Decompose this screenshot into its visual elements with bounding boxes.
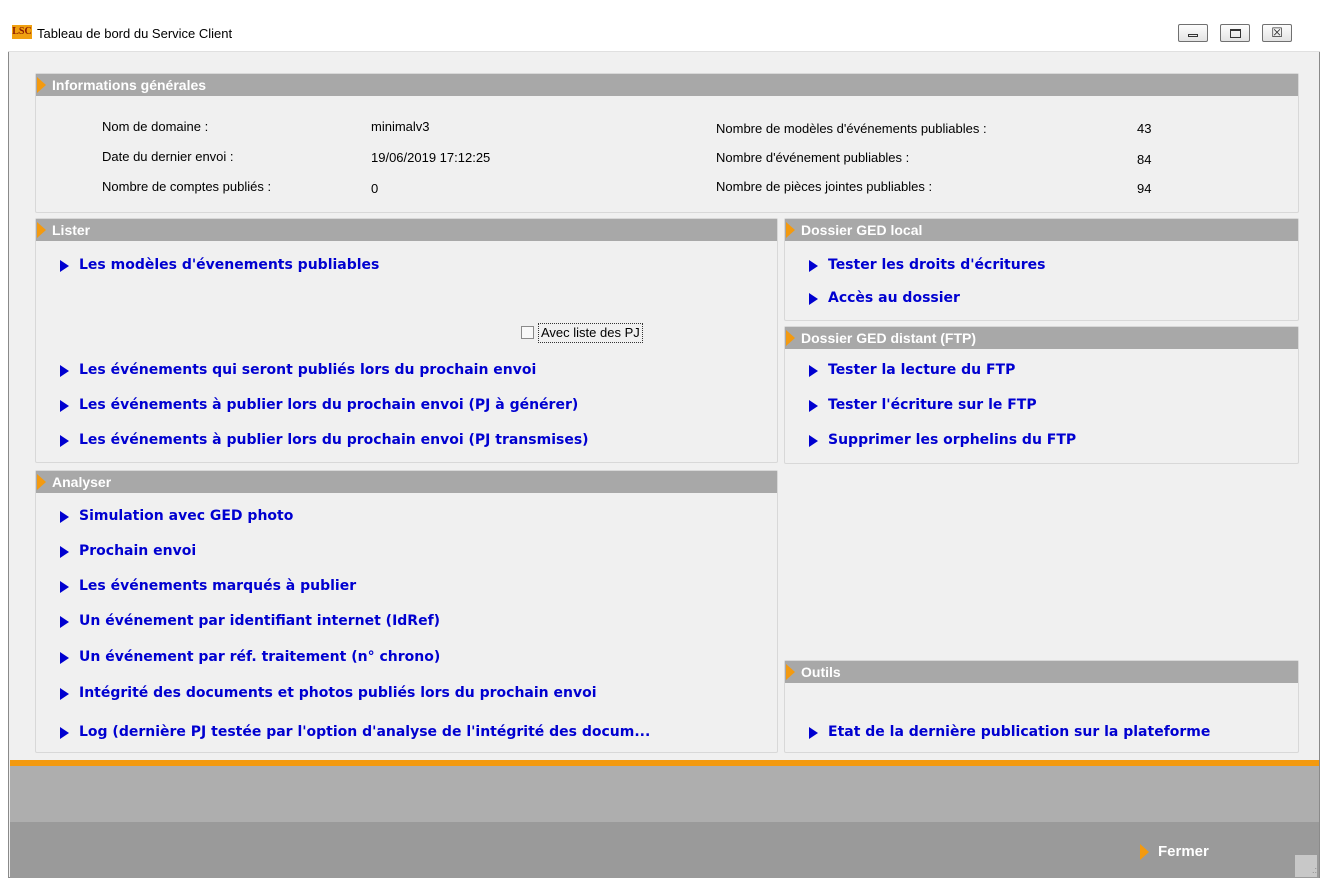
last-send-label: Date du dernier envoi : bbox=[102, 149, 234, 164]
link-last-publication-state[interactable]: Etat de la dernière publication sur la p… bbox=[809, 724, 1210, 740]
link-label: Intégrité des documents et photos publié… bbox=[79, 685, 597, 701]
section-arrow-icon bbox=[37, 222, 46, 238]
lister-panel-header: Lister bbox=[36, 219, 777, 241]
accounts-label: Nombre de comptes publiés : bbox=[102, 179, 272, 194]
minimize-icon bbox=[1188, 34, 1198, 37]
analyser-panel-header: Analyser bbox=[36, 471, 777, 493]
link-events-pj-generate[interactable]: Les événements à publier lors du prochai… bbox=[60, 397, 578, 413]
info-panel-header: Informations générales bbox=[36, 74, 1298, 96]
link-simulation-ged-photo[interactable]: Simulation avec GED photo bbox=[60, 508, 293, 524]
play-arrow-icon bbox=[60, 616, 69, 628]
section-arrow-icon bbox=[786, 664, 795, 680]
link-label: Etat de la dernière publication sur la p… bbox=[828, 724, 1211, 740]
lister-panel: Lister bbox=[35, 218, 778, 463]
title-bar: LSC Tableau de bord du Service Client ☒ bbox=[8, 8, 1320, 52]
models-count-value: 43 bbox=[1137, 121, 1152, 136]
link-label: Les événements marqués à publier bbox=[79, 578, 357, 594]
play-arrow-icon bbox=[809, 293, 818, 305]
play-arrow-icon bbox=[60, 688, 69, 700]
lister-panel-title: Lister bbox=[52, 222, 91, 238]
domain-value: minimalv3 bbox=[371, 119, 430, 134]
section-arrow-icon bbox=[786, 222, 795, 238]
app-logo: LSC bbox=[12, 25, 32, 39]
checkbox-box[interactable] bbox=[521, 326, 534, 339]
section-arrow-icon bbox=[786, 330, 795, 346]
link-document-integrity[interactable]: Intégrité des documents et photos publié… bbox=[60, 685, 597, 701]
play-arrow-icon bbox=[809, 435, 818, 447]
link-delete-ftp-orphans[interactable]: Supprimer les orphelins du FTP bbox=[809, 432, 1076, 448]
link-test-ftp-write[interactable]: Tester l'écriture sur le FTP bbox=[809, 397, 1037, 413]
section-arrow-icon bbox=[37, 77, 46, 93]
link-next-send-events[interactable]: Les événements qui seront publiés lors d… bbox=[60, 362, 536, 378]
play-arrow-icon bbox=[60, 727, 69, 739]
close-window-button[interactable]: ☒ bbox=[1262, 24, 1292, 42]
play-arrow-icon bbox=[60, 400, 69, 412]
ged-local-panel-title: Dossier GED local bbox=[801, 222, 923, 238]
play-arrow-icon bbox=[60, 581, 69, 593]
link-label: Accès au dossier bbox=[828, 290, 960, 306]
link-label: Prochain envoi bbox=[79, 543, 197, 559]
link-label: Un événement par identifiant internet (I… bbox=[79, 613, 441, 629]
link-label: Simulation avec GED photo bbox=[79, 508, 294, 524]
play-arrow-icon bbox=[60, 435, 69, 447]
play-arrow-icon bbox=[60, 511, 69, 523]
link-label: Un événement par réf. traitement (n° chr… bbox=[79, 649, 441, 665]
footer-upper bbox=[10, 766, 1319, 822]
resize-grip-icon[interactable]: .: bbox=[1295, 855, 1317, 877]
link-label: Les événements qui seront publiés lors d… bbox=[79, 362, 537, 378]
link-access-folder[interactable]: Accès au dossier bbox=[809, 290, 960, 306]
link-label: Les événements à publier lors du prochai… bbox=[79, 397, 579, 413]
close-icon: ☒ bbox=[1271, 25, 1283, 40]
close-arrow-icon bbox=[1140, 844, 1149, 860]
maximize-icon bbox=[1230, 29, 1241, 38]
outils-panel-header: Outils bbox=[785, 661, 1298, 683]
close-button[interactable]: Fermer bbox=[1140, 842, 1209, 862]
domain-label: Nom de domaine : bbox=[102, 119, 209, 134]
play-arrow-icon bbox=[60, 365, 69, 377]
ged-remote-panel-title: Dossier GED distant (FTP) bbox=[801, 330, 977, 346]
accounts-value: 0 bbox=[371, 181, 379, 196]
link-event-by-ref[interactable]: Un événement par réf. traitement (n° chr… bbox=[60, 649, 440, 665]
play-arrow-icon bbox=[60, 652, 69, 664]
attachments-count-label: Nombre de pièces jointes publiables : bbox=[716, 179, 933, 194]
ged-local-panel-header: Dossier GED local bbox=[785, 219, 1298, 241]
link-marked-events[interactable]: Les événements marqués à publier bbox=[60, 578, 356, 594]
link-label: Les modèles d'évenements publiables bbox=[79, 257, 380, 273]
link-publishable-models[interactable]: Les modèles d'évenements publiables bbox=[60, 257, 379, 273]
link-test-write-rights[interactable]: Tester les droits d'écritures bbox=[809, 257, 1045, 273]
play-arrow-icon bbox=[809, 260, 818, 272]
footer-lower bbox=[10, 822, 1319, 878]
close-button-label: Fermer bbox=[1158, 843, 1209, 860]
link-label: Tester la lecture du FTP bbox=[828, 362, 1016, 378]
link-next-send[interactable]: Prochain envoi bbox=[60, 543, 196, 559]
last-send-value: 19/06/2019 17:12:25 bbox=[371, 150, 491, 165]
checkbox-label: Avec liste des PJ bbox=[538, 323, 643, 343]
minimize-button[interactable] bbox=[1178, 24, 1208, 42]
events-count-label: Nombre d'événement publiables : bbox=[716, 150, 910, 165]
play-arrow-icon bbox=[809, 400, 818, 412]
link-label: Tester l'écriture sur le FTP bbox=[828, 397, 1037, 413]
link-label: Tester les droits d'écritures bbox=[828, 257, 1046, 273]
link-label: Les événements à publier lors du prochai… bbox=[79, 432, 589, 448]
play-arrow-icon bbox=[809, 365, 818, 377]
link-label: Log (dernière PJ testée par l'option d'a… bbox=[79, 724, 651, 740]
window-title: Tableau de bord du Service Client bbox=[37, 26, 233, 41]
analyser-panel-title: Analyser bbox=[52, 474, 112, 490]
ged-remote-panel-header: Dossier GED distant (FTP) bbox=[785, 327, 1298, 349]
outils-panel-title: Outils bbox=[801, 664, 841, 680]
attachments-count-value: 94 bbox=[1137, 181, 1152, 196]
section-arrow-icon bbox=[37, 474, 46, 490]
link-test-ftp-read[interactable]: Tester la lecture du FTP bbox=[809, 362, 1015, 378]
info-panel-title: Informations générales bbox=[52, 77, 207, 93]
link-integrity-log[interactable]: Log (dernière PJ testée par l'option d'a… bbox=[60, 724, 650, 740]
models-count-label: Nombre de modèles d'événements publiable… bbox=[716, 121, 987, 136]
play-arrow-icon bbox=[809, 727, 818, 739]
maximize-button[interactable] bbox=[1220, 24, 1250, 42]
events-count-value: 84 bbox=[1137, 152, 1152, 167]
link-event-by-idref[interactable]: Un événement par identifiant internet (I… bbox=[60, 613, 440, 629]
link-events-pj-sent[interactable]: Les événements à publier lors du prochai… bbox=[60, 432, 589, 448]
play-arrow-icon bbox=[60, 260, 69, 272]
link-label: Supprimer les orphelins du FTP bbox=[828, 432, 1077, 448]
play-arrow-icon bbox=[60, 546, 69, 558]
